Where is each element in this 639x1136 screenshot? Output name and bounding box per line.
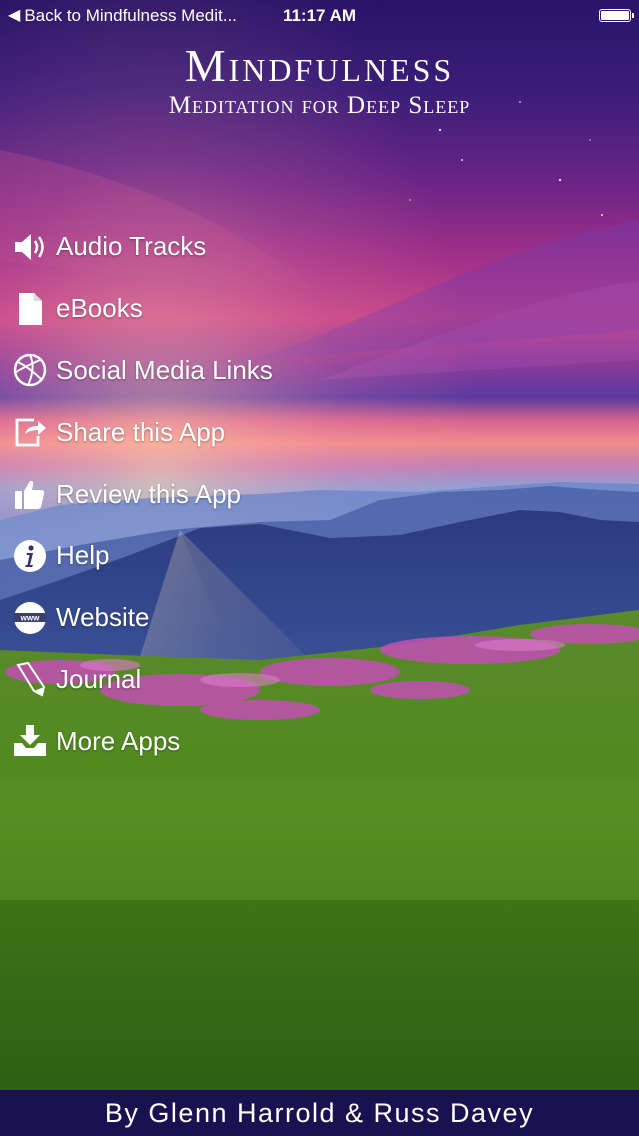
status-bar: ◀ Back to Mindfulness Medit... 11:17 AM	[0, 0, 639, 32]
app-title: Mindfulness	[184, 40, 455, 91]
speaker-icon	[11, 228, 49, 266]
footer-credit-bar: By Glenn Harrold & Russ Davey	[0, 1090, 639, 1136]
menu-item-website[interactable]: www Website	[0, 587, 639, 649]
info-icon	[11, 537, 49, 575]
www-icon: www	[11, 599, 49, 637]
menu-label-journal: Journal	[56, 663, 142, 694]
menu-item-share-this-app[interactable]: Share this App	[0, 401, 639, 463]
menu-label-help: Help	[56, 540, 110, 571]
menu-item-social-media-links[interactable]: Social Media Links	[0, 340, 639, 402]
menu-item-audio-tracks[interactable]: Audio Tracks	[0, 216, 639, 278]
app-subtitle: Meditation for Deep Sleep	[168, 92, 471, 119]
menu-item-help[interactable]: Help	[0, 525, 639, 587]
menu-item-journal[interactable]: Journal	[0, 649, 639, 711]
pencil-icon	[11, 660, 49, 698]
menu-item-ebooks[interactable]: eBooks	[0, 278, 639, 340]
menu-label-review-this-app: Review this App	[56, 478, 241, 509]
footer-credit: By Glenn Harrold & Russ Davey	[104, 1098, 535, 1128]
download-tray-icon	[11, 722, 49, 760]
menu-label-website: Website	[56, 602, 150, 633]
globe-ball-icon	[11, 351, 49, 389]
share-icon	[11, 413, 49, 451]
menu-label-share-this-app: Share this App	[56, 416, 226, 447]
menu-label-ebooks: eBooks	[56, 293, 143, 324]
menu-label-audio-tracks: Audio Tracks	[56, 231, 207, 262]
menu-item-more-apps[interactable]: More Apps	[0, 710, 639, 772]
document-icon	[11, 290, 49, 328]
main-menu: Audio Tracks eBooks Social Media Links S…	[0, 216, 639, 772]
status-time: 11:17 AM	[282, 6, 357, 25]
svg-text:www: www	[20, 613, 40, 622]
menu-item-review-this-app[interactable]: Review this App	[0, 463, 639, 525]
menu-label-social-media-links: Social Media Links	[56, 354, 273, 385]
thumbs-up-icon	[11, 475, 49, 513]
menu-label-more-apps: More Apps	[56, 725, 181, 756]
battery-icon	[599, 9, 634, 22]
